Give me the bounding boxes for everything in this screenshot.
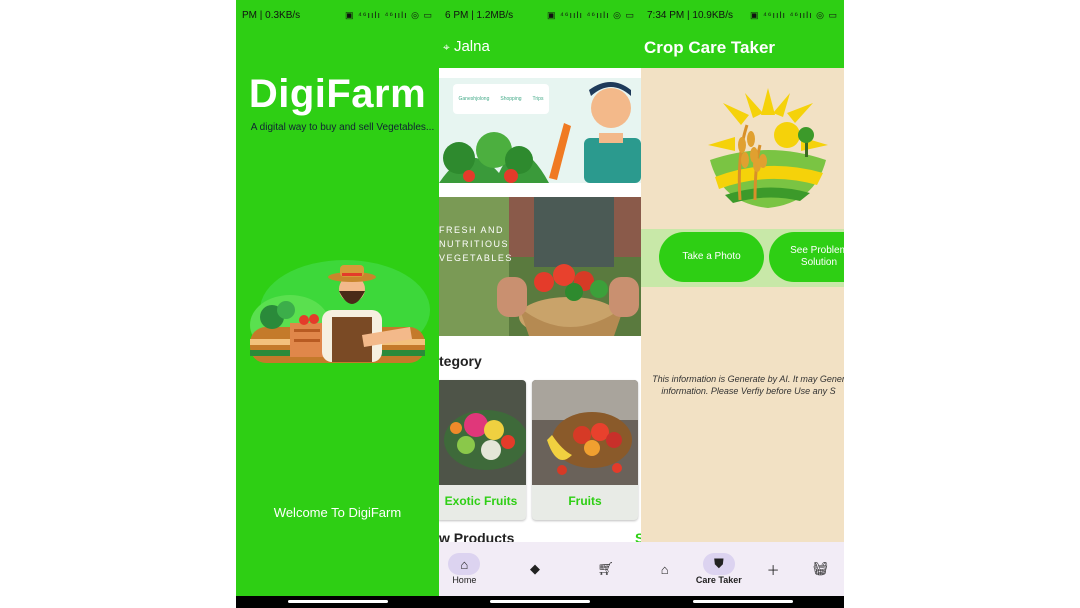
nav-cart[interactable]: 🛒︎ bbox=[590, 558, 622, 580]
status-right: ▣ ⁴⁶ıılı ⁴⁶ıılı ◎ ▭ bbox=[344, 9, 433, 20]
system-nav-bar bbox=[236, 596, 439, 608]
status-left: PM | 0.3KB/s bbox=[242, 9, 301, 21]
nav-basket[interactable]: 🧺︎ bbox=[804, 558, 836, 580]
take-photo-label: Take a Photo bbox=[682, 251, 741, 262]
status-right: ▣ ⁴⁶ıılı ⁴⁶ıılı ◎ ▭ bbox=[546, 9, 635, 20]
plus-icon: ＋ bbox=[766, 562, 780, 578]
home-icon: ⌂ bbox=[448, 553, 481, 575]
nav-categories[interactable]: ◆ bbox=[519, 558, 551, 580]
home-gesture-pill[interactable] bbox=[692, 600, 793, 603]
bottom-navigation: ⌂ Home ◆ 🛒︎ bbox=[439, 542, 641, 596]
disclaimer-line-2: information. Please Verfiy before Use an… bbox=[661, 386, 836, 396]
status-bar: 6 PM | 1.2MB/s ▣ ⁴⁶ıılı ⁴⁶ıılı ◎ ▭ bbox=[439, 0, 641, 30]
action-strip: Take a Photo See Problem Solution bbox=[641, 229, 844, 287]
category-card-fruits[interactable]: Fruits bbox=[532, 380, 638, 520]
see-solution-button[interactable]: See Problem Solution bbox=[769, 232, 844, 282]
cart-icon: 🛒︎ bbox=[597, 561, 614, 576]
feature-tag: Ganeshjolong bbox=[458, 96, 490, 102]
home-gesture-pill[interactable] bbox=[490, 600, 590, 603]
status-bar: PM | 0.3KB/s ▣ ⁴⁶ıılı ⁴⁶ıılı ◎ ▭ bbox=[236, 0, 439, 30]
banner-slogan: FRESH AND NUTRITIOUS VEGETABLES bbox=[439, 225, 513, 263]
promo-banner-1[interactable]: Ganeshjolong Shopping Trips bbox=[439, 78, 641, 183]
take-photo-button[interactable]: Take a Photo bbox=[659, 232, 764, 282]
basket-icon: 🧺︎ bbox=[812, 561, 829, 576]
nav-home[interactable]: ⌂ bbox=[649, 558, 681, 580]
vegetable-basket-photo bbox=[439, 197, 641, 336]
location-bar[interactable]: ⌖ Jalna bbox=[439, 30, 641, 68]
feature-card: Ganeshjolong Shopping Trips bbox=[453, 84, 549, 114]
category-label: Fruits bbox=[568, 494, 602, 508]
category-heading: tegory bbox=[439, 353, 482, 369]
status-bar: 7:34 PM | 10.9KB/s ▣ ⁴⁶ıılı ⁴⁶ıılı ◎ ▭ bbox=[641, 0, 844, 30]
feature-tag: Trips bbox=[532, 96, 544, 102]
nav-add[interactable]: ＋ bbox=[757, 558, 789, 580]
categories-icon: ◆ bbox=[529, 561, 540, 576]
screenshot-stage: PM | 0.3KB/s ▣ ⁴⁶ıılı ⁴⁶ıılı ◎ ▭ DigiFar… bbox=[0, 0, 1080, 608]
disclaimer-line-1: This information is Generate by AI. It m… bbox=[652, 374, 844, 384]
shield-icon: ⛊ bbox=[702, 553, 735, 575]
status-left: 6 PM | 1.2MB/s bbox=[445, 9, 514, 21]
splash-screen: PM | 0.3KB/s ▣ ⁴⁶ıılı ⁴⁶ıılı ◎ ▭ DigiFar… bbox=[236, 0, 439, 608]
promo-banner-2[interactable]: FRESH AND NUTRITIOUS VEGETABLES bbox=[439, 197, 641, 336]
app-tagline: A digital way to buy and sell Vegetables… bbox=[250, 122, 435, 133]
app-title: DigiFarm bbox=[248, 72, 427, 116]
crop-logo-icon bbox=[708, 88, 828, 208]
ai-disclaimer: This information is Generate by AI. It m… bbox=[641, 373, 844, 397]
bottom-navigation: ⌂ ⛊ Care Taker ＋ 🧺︎ bbox=[641, 542, 844, 596]
home-gesture-pill[interactable] bbox=[287, 600, 388, 603]
category-card-exotic-fruits[interactable]: Exotic Fruits bbox=[439, 380, 526, 520]
nav-home[interactable]: ⌂ Home bbox=[448, 553, 481, 585]
welcome-text: Welcome To DigiFarm bbox=[273, 505, 402, 520]
location-pin-icon: ⌖ bbox=[443, 40, 450, 54]
nav-home-label: Home bbox=[452, 575, 477, 585]
system-nav-bar bbox=[439, 596, 641, 608]
location-label: Jalna bbox=[453, 38, 490, 55]
crop-care-screen: 7:34 PM | 10.9KB/s ▣ ⁴⁶ıılı ⁴⁶ıılı ◎ ▭ C… bbox=[641, 0, 844, 608]
farmer-illustration bbox=[250, 260, 430, 363]
nav-care-taker-label: Care Taker bbox=[695, 575, 742, 585]
category-label: Exotic Fruits bbox=[444, 494, 518, 508]
page-title: Crop Care Taker bbox=[641, 30, 844, 68]
home-icon: ⌂ bbox=[660, 561, 669, 577]
status-right: ▣ ⁴⁶ıılı ⁴⁶ıılı ◎ ▭ bbox=[749, 9, 838, 20]
feature-tag: Shopping bbox=[500, 96, 522, 102]
system-nav-bar bbox=[641, 596, 844, 608]
status-left: 7:34 PM | 10.9KB/s bbox=[647, 9, 733, 21]
fruits-image bbox=[532, 380, 638, 485]
see-solution-label-1: See Problem bbox=[790, 245, 844, 256]
nav-care-taker[interactable]: ⛊ Care Taker bbox=[696, 553, 742, 585]
see-solution-label-2: Solution bbox=[800, 257, 838, 268]
home-screen: 6 PM | 1.2MB/s ▣ ⁴⁶ıılı ⁴⁶ıılı ◎ ▭ ⌖ Jal… bbox=[439, 0, 641, 608]
exotic-fruits-image bbox=[439, 380, 526, 485]
